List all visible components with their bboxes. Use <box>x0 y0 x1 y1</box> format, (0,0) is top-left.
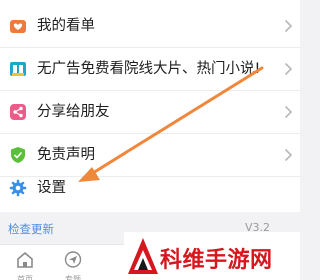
watermark-text: 科维手游网 <box>160 248 273 273</box>
menu-item-my-watchlist[interactable]: 我的看单 <box>0 5 300 47</box>
send-icon <box>64 251 82 268</box>
menu-item-label: 设置 <box>37 180 66 196</box>
menu-item-label: 免责声明 <box>37 147 95 163</box>
menu-item-label: 分享给朋友 <box>37 104 110 120</box>
home-icon <box>17 251 33 268</box>
tab-home[interactable]: 首页 <box>5 251 45 280</box>
check-update-label: 检查更新 <box>8 222 54 236</box>
menu-item-share[interactable]: 分享给朋友 <box>0 91 300 133</box>
shield-icon <box>11 147 25 163</box>
chevron-right-icon <box>284 105 293 119</box>
menu-item-settings[interactable]: 设置 <box>0 167 300 209</box>
heart-tv-icon <box>10 20 26 33</box>
chevron-right-icon <box>284 19 293 33</box>
share-icon <box>10 104 26 120</box>
watermark: 科维手游网 <box>124 232 300 280</box>
chevron-right-icon <box>284 148 293 162</box>
tab-label: 首页 <box>17 275 33 280</box>
menu-item-ad-free-promo[interactable]: 无广告免费看院线大片、热门小说! <box>0 48 300 90</box>
menu-item-label: 我的看单 <box>37 18 95 34</box>
gear-icon <box>9 179 27 197</box>
watermark-logo <box>128 238 158 274</box>
book-icon <box>10 62 26 76</box>
chevron-right-icon <box>284 62 293 76</box>
settings-menu: 我的看单 无广告免费看院线大片、热门小说! 分享给朋友 免责声明 设置 <box>0 0 300 212</box>
tab-topics[interactable]: 专题 <box>53 251 93 280</box>
menu-item-label: 无广告免费看院线大片、热门小说! <box>37 61 261 77</box>
tab-label: 专题 <box>65 275 81 280</box>
